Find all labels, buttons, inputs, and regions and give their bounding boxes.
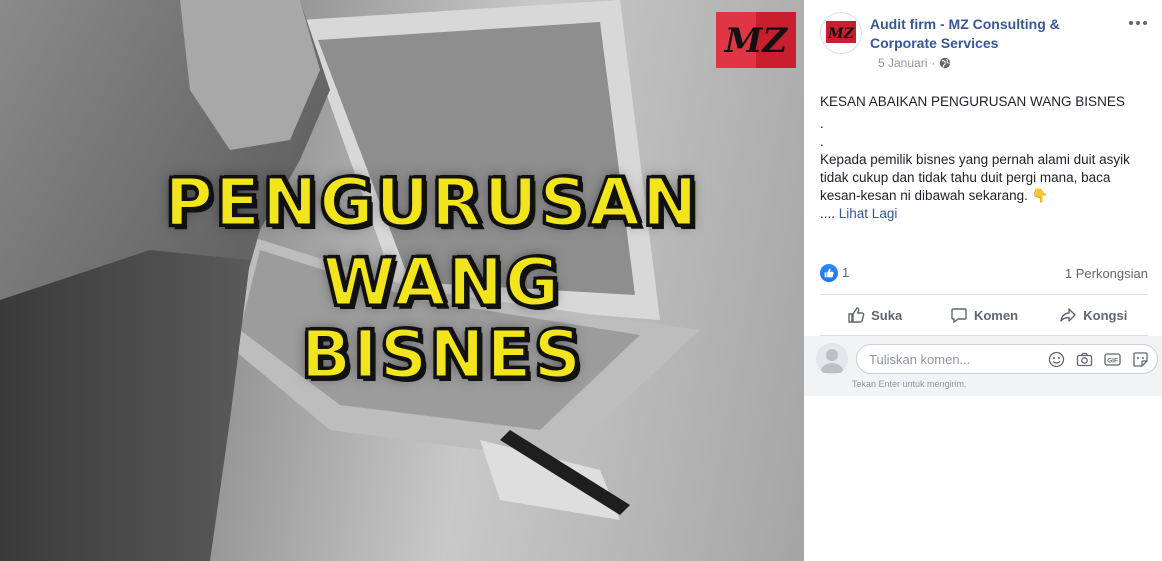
camera-icon[interactable]: [1076, 351, 1093, 368]
like-label: Suka: [871, 307, 903, 323]
share-count[interactable]: 1 Perkongsian: [1065, 266, 1148, 281]
post-line-3: .: [820, 134, 824, 149]
comment-input-box: GIF: [856, 344, 1158, 374]
user-avatar: [816, 343, 848, 375]
mz-logo: MZ: [716, 12, 796, 68]
post-side-panel: MZ Audit firm - MZ Consulting & Corporat…: [804, 0, 1162, 561]
gif-icon[interactable]: GIF: [1104, 351, 1121, 368]
comment-button[interactable]: Komen: [929, 296, 1038, 334]
mz-avatar-logo: MZ: [826, 21, 856, 43]
post-meta: 5 Januari ·: [878, 56, 951, 70]
svg-text:GIF: GIF: [1107, 358, 1118, 365]
post-line-2: .: [820, 116, 824, 131]
like-button[interactable]: Suka: [820, 296, 929, 334]
comment-tools: GIF: [1048, 351, 1149, 368]
divider-top: [820, 294, 1148, 295]
default-user-icon: [820, 349, 844, 373]
like-reaction-icon[interactable]: [820, 264, 838, 282]
page-avatar[interactable]: MZ: [820, 12, 862, 54]
post-actions: Suka Komen Kongsi: [820, 296, 1148, 334]
comment-icon: [951, 308, 967, 324]
sticker-icon[interactable]: [1132, 351, 1149, 368]
post-line-1: KESAN ABAIKAN PENGURUSAN WANG BISNES: [820, 94, 1125, 109]
reaction-bar: 1 1 Perkongsian: [820, 262, 1148, 286]
more-options-icon[interactable]: [1128, 16, 1148, 30]
globe-icon: [940, 57, 951, 69]
comment-input[interactable]: [867, 351, 1031, 368]
headline-line-1: PENGURUSAN: [163, 164, 700, 241]
post-line-4: Kepada pemilik bisnes yang pernah alami …: [820, 152, 1134, 203]
meta-separator: ·: [931, 56, 936, 70]
emoji-icon[interactable]: [1048, 351, 1065, 368]
avatar-logo-text: MZ: [827, 26, 854, 42]
comment-composer: GIF Tekan Enter untuk mengirim.: [804, 336, 1162, 396]
thumbs-up-icon: [848, 307, 865, 323]
share-button[interactable]: Kongsi: [1039, 296, 1148, 334]
headline-line-2: WANG: [321, 244, 562, 321]
logo-text: MZ: [724, 21, 789, 61]
see-more-link[interactable]: Lihat Lagi: [839, 206, 898, 221]
comment-hint: Tekan Enter untuk mengirim.: [852, 379, 967, 389]
page-name-link[interactable]: Audit firm - MZ Consulting & Corporate S…: [870, 15, 1100, 53]
post-header: MZ Audit firm - MZ Consulting & Corporat…: [820, 12, 1150, 72]
post-date[interactable]: 5 Januari: [878, 56, 927, 70]
comment-label: Komen: [973, 307, 1019, 323]
like-count[interactable]: 1: [842, 265, 849, 280]
share-icon: [1060, 308, 1076, 322]
post-text: KESAN ABAIKAN PENGURUSAN WANG BISNES . .…: [820, 93, 1150, 223]
see-more-prefix: ....: [820, 206, 836, 221]
headline-line-3: BISNES: [299, 316, 584, 393]
see-more-row: .... Lihat Lagi: [820, 205, 1150, 223]
share-label: Kongsi: [1083, 307, 1128, 323]
post-photo[interactable]: PENGURUSAN WANG BISNES MZ: [0, 0, 804, 561]
